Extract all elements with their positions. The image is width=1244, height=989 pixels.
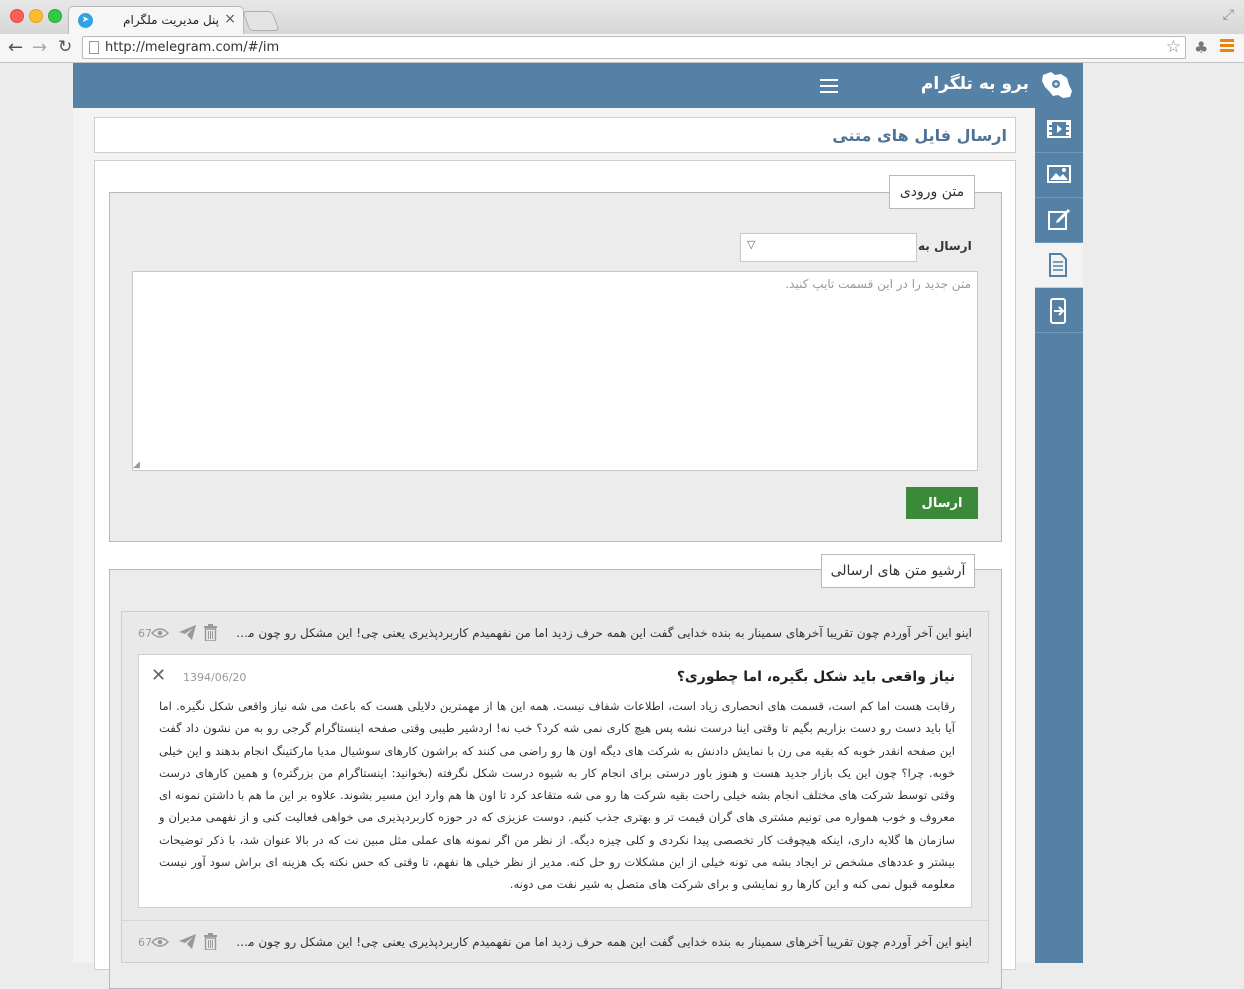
eye-icon <box>151 937 169 947</box>
view-count: 67 <box>138 936 152 949</box>
archive-row[interactable]: اینو این آخر آوردم چون تقریبا آخرهای سمی… <box>122 612 988 652</box>
window-minimize-button[interactable] <box>29 9 43 23</box>
sidebar <box>1035 108 1083 963</box>
message-date: 1394/06/20 <box>183 671 247 684</box>
window-zoom-button[interactable] <box>48 9 62 23</box>
mobile-export-icon <box>1050 298 1066 324</box>
edit-icon <box>1048 209 1070 230</box>
telegram-favicon-icon: ➤ <box>78 13 93 28</box>
bookmark-star-icon[interactable]: ☆ <box>1166 37 1181 57</box>
fullscreen-icon[interactable]: ⤢ <box>1223 7 1234 23</box>
archive-row-text[interactable]: اینو این آخر آوردم چون تقریبا آخرهای سمی… <box>232 626 972 640</box>
sidebar-item-mobile-export[interactable] <box>1035 288 1083 333</box>
iran-map-logo-icon[interactable] <box>1039 69 1073 101</box>
tab-title: پنل مدیریت ملگرام <box>123 13 219 27</box>
video-icon <box>1047 120 1071 138</box>
image-icon <box>1047 165 1071 183</box>
compose-fieldset: متن ورودی ارسال به ▽ ◢ ارسال <box>109 175 1002 542</box>
back-button[interactable]: ← <box>8 37 23 58</box>
send-to-select[interactable]: ▽ <box>740 233 917 262</box>
trash-icon[interactable] <box>204 624 217 641</box>
compose-legend: متن ورودی <box>889 175 975 209</box>
extension-icon[interactable]: ♣ <box>1194 38 1208 57</box>
close-icon[interactable]: ✕ <box>151 665 166 686</box>
browser-menu-icon[interactable] <box>1220 39 1234 54</box>
send-plane-icon[interactable] <box>179 625 196 640</box>
browser-tab[interactable]: ➤ پنل مدیریت ملگرام × <box>68 6 244 34</box>
sidebar-item-edit[interactable] <box>1035 198 1083 243</box>
url-text[interactable]: http://melegram.com/#/im <box>105 40 279 55</box>
archive-row[interactable]: اینو این آخر آوردم چون تقریبا آخرهای سمی… <box>122 920 988 961</box>
message-body: رقابت هست اما کم است، قسمت های انحصاری ز… <box>159 699 955 892</box>
browser-tab-strip: ➤ پنل مدیریت ملگرام × ⤢ <box>0 0 1244 34</box>
view-count: 67 <box>138 627 152 640</box>
document-icon <box>1049 253 1067 277</box>
page-heading-bar: ارسال فایل های متنی <box>94 117 1016 153</box>
sidebar-item-document[interactable] <box>1035 243 1083 288</box>
tab-close-button[interactable]: × <box>224 11 236 27</box>
hamburger-menu-icon[interactable] <box>820 79 838 97</box>
page-icon <box>89 41 99 54</box>
archive-legend: آرشیو متن های ارسالی <box>821 554 975 588</box>
browser-toolbar: ← → ↻ http://melegram.com/#/im ☆ ♣ <box>0 34 1244 63</box>
send-to-label: ارسال به <box>918 239 972 253</box>
archive-list: اینو این آخر آوردم چون تقریبا آخرهای سمی… <box>121 611 989 963</box>
send-button[interactable]: ارسال <box>906 487 978 519</box>
content-panel: متن ورودی ارسال به ▽ ◢ ارسال آرشیو متن ه… <box>94 160 1016 989</box>
forward-button[interactable]: → <box>32 37 47 58</box>
window-close-button[interactable] <box>10 9 24 23</box>
trash-icon[interactable] <box>204 933 217 950</box>
message-textarea[interactable] <box>132 271 978 471</box>
address-bar[interactable]: http://melegram.com/#/im ☆ <box>82 36 1186 59</box>
app-window: برو به تلگرام ارسال فایل های متنی متن ور… <box>73 63 1083 989</box>
brand-title[interactable]: برو به تلگرام <box>921 74 1029 94</box>
archive-row-text[interactable]: اینو این آخر آوردم چون تقریبا آخرهای سمی… <box>232 935 972 949</box>
sidebar-item-video[interactable] <box>1035 108 1083 153</box>
new-tab-button[interactable] <box>242 11 280 31</box>
resize-grip-icon[interactable]: ◢ <box>133 460 140 470</box>
send-plane-icon[interactable] <box>179 934 196 949</box>
reload-button[interactable]: ↻ <box>58 37 72 57</box>
expanded-message-card: نیاز واقعی باید شکل بگیره، اما چطوری؟ 13… <box>138 654 972 908</box>
message-title: نیاز واقعی باید شکل بگیره، اما چطوری؟ <box>676 669 955 685</box>
chevron-down-icon: ▽ <box>747 238 756 251</box>
page-title: ارسال فایل های متنی <box>832 126 1007 145</box>
sidebar-item-image[interactable] <box>1035 153 1083 198</box>
app-header: برو به تلگرام <box>73 63 1083 108</box>
eye-icon <box>151 628 169 638</box>
